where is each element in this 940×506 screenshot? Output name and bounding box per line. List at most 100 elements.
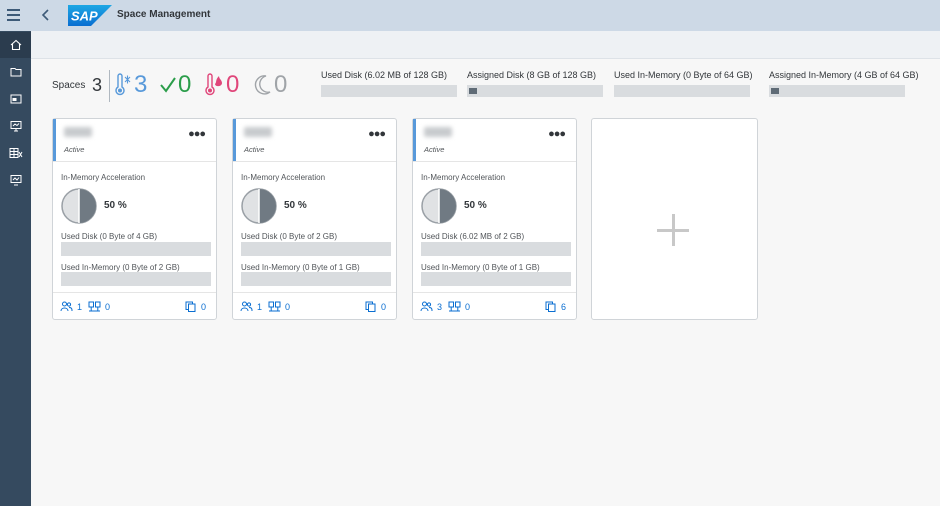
card-separator [53, 161, 216, 162]
nav-home[interactable] [0, 32, 31, 58]
cold-thermometer-icon [115, 73, 131, 96]
nav-space-management[interactable] [0, 167, 31, 193]
card-footer-right: 0 [185, 301, 206, 312]
objects-icon [365, 301, 376, 312]
moon-icon [254, 75, 271, 95]
sub-header [31, 31, 940, 59]
connections-icon [448, 301, 461, 312]
nav-data-builder[interactable] [0, 86, 31, 112]
add-space-button[interactable] [591, 118, 758, 320]
stat-cold[interactable]: 3 [113, 70, 147, 100]
connections-icon [268, 301, 281, 312]
metric-label: Used In-Memory (0 Byte of 64 GB) [614, 70, 753, 80]
objects-icon [545, 301, 556, 312]
used-memory-label: Used In-Memory (0 Byte of 1 GB) [421, 263, 540, 272]
used-memory-bar [61, 272, 211, 286]
card-footer: 1 0 [240, 301, 290, 312]
users-icon [60, 301, 73, 312]
stat-hot-value: 0 [226, 71, 240, 98]
users-icon [420, 301, 433, 312]
connections-count[interactable]: 0 [105, 302, 110, 312]
metric-used-memory: Used In-Memory (0 Byte of 64 GB) [614, 70, 753, 97]
space-card[interactable]: ●●● Active In-Memory Acceleration 50 % U… [52, 118, 217, 320]
sap-logo[interactable]: SAP [68, 5, 112, 26]
used-memory-label: Used In-Memory (0 Byte of 2 GB) [61, 263, 180, 272]
summary-divider [109, 70, 110, 102]
card-footer: 3 0 [420, 301, 470, 312]
stat-cold-value: 3 [134, 71, 148, 98]
connections-count[interactable]: 0 [465, 302, 470, 312]
app-title: Space Management [117, 9, 211, 20]
presentation-icon [10, 121, 21, 132]
shell-bar: SAP Space Management [0, 0, 940, 31]
space-name-blurred [424, 127, 452, 137]
home-icon [10, 39, 21, 51]
spaces-label: Spaces [52, 80, 86, 91]
accel-pie-chart [61, 188, 97, 224]
card-separator [233, 161, 396, 162]
card-footer-separator [53, 292, 216, 293]
stat-inactive-value: 0 [274, 71, 288, 98]
metric-fill [771, 88, 779, 94]
connections-count[interactable]: 0 [285, 302, 290, 312]
nav-data-access[interactable] [0, 140, 31, 166]
objects-icon [185, 301, 196, 312]
card-footer-right: 0 [365, 301, 386, 312]
card-separator [413, 161, 576, 162]
users-count[interactable]: 1 [77, 302, 82, 312]
more-actions-icon[interactable]: ●●● [188, 128, 206, 140]
more-actions-icon[interactable]: ●●● [368, 128, 386, 140]
svg-text:SAP: SAP [71, 9, 98, 24]
used-disk-bar [61, 242, 211, 256]
users-icon [240, 301, 253, 312]
card-accent [53, 119, 56, 161]
used-disk-bar [421, 242, 571, 256]
accel-pie-chart [421, 188, 457, 224]
used-disk-label: Used Disk (0 Byte of 2 GB) [241, 232, 338, 241]
space-status: Active [64, 145, 85, 154]
used-memory-bar [241, 272, 391, 286]
table-key-icon [9, 148, 22, 158]
metric-assigned-disk: Assigned Disk (8 GB of 128 GB) [467, 70, 603, 97]
stat-ok[interactable]: 0 [159, 70, 191, 100]
stat-inactive[interactable]: 0 [253, 70, 287, 100]
monitor-icon [10, 175, 21, 186]
metric-label: Assigned In-Memory (4 GB of 64 GB) [769, 70, 919, 80]
space-name-blurred [64, 127, 92, 137]
hot-thermometer-icon [205, 73, 222, 96]
chevron-left-icon [41, 9, 49, 21]
more-actions-icon[interactable]: ●●● [548, 128, 566, 140]
accel-percent: 50 % [284, 200, 307, 211]
used-disk-bar [241, 242, 391, 256]
nav-repository[interactable] [0, 59, 31, 85]
metric-bar [614, 85, 750, 97]
metric-bar [769, 85, 905, 97]
metric-bar [467, 85, 603, 97]
accel-percent: 50 % [104, 200, 127, 211]
metric-fill [469, 88, 477, 94]
space-card[interactable]: ●●● Active In-Memory Acceleration 50 % U… [232, 118, 397, 320]
accel-label: In-Memory Acceleration [61, 173, 146, 182]
used-disk-label: Used Disk (6.02 MB of 2 GB) [421, 232, 525, 241]
users-count[interactable]: 3 [437, 302, 442, 312]
space-name-blurred [244, 127, 272, 137]
metric-assigned-memory: Assigned In-Memory (4 GB of 64 GB) [769, 70, 919, 97]
builder-icon [10, 94, 21, 104]
nav-stories[interactable] [0, 113, 31, 139]
menu-icon[interactable] [7, 8, 21, 22]
space-card[interactable]: ●●● Active In-Memory Acceleration 50 % U… [412, 118, 577, 320]
stat-hot[interactable]: 0 [203, 70, 239, 100]
accel-label: In-Memory Acceleration [241, 173, 326, 182]
accel-percent: 50 % [464, 200, 487, 211]
objects-count[interactable]: 6 [561, 302, 566, 312]
space-status: Active [424, 145, 445, 154]
objects-count[interactable]: 0 [381, 302, 386, 312]
card-accent [233, 119, 236, 161]
folder-icon [10, 68, 21, 77]
stat-ok-value: 0 [178, 71, 192, 98]
metric-label: Assigned Disk (8 GB of 128 GB) [467, 70, 597, 80]
objects-count[interactable]: 0 [201, 302, 206, 312]
checkmark-icon [160, 77, 176, 93]
back-button[interactable] [38, 6, 54, 24]
users-count[interactable]: 1 [257, 302, 262, 312]
